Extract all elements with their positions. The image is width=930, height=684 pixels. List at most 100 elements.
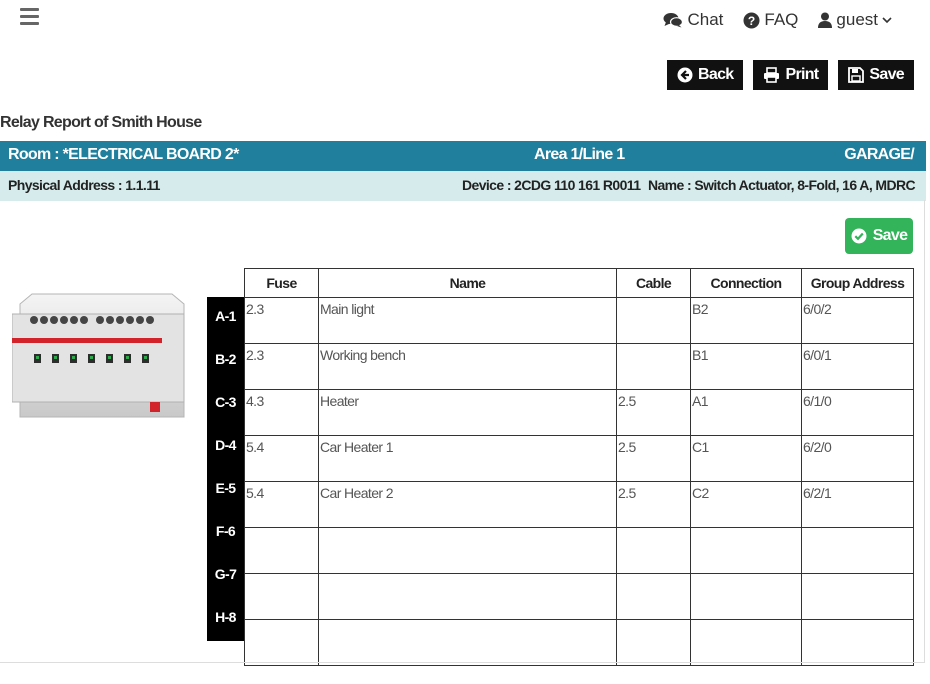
switch-actuator-image <box>12 293 185 418</box>
connection-cell[interactable]: C2 <box>690 481 802 528</box>
group-address-cell[interactable]: 6/0/2 <box>801 297 914 344</box>
table-header-row: Fuse Name Cable Connection Group Address <box>244 268 914 298</box>
connection-cell[interactable]: B2 <box>690 297 802 344</box>
top-nav: Chat ? FAQ guest <box>663 10 892 30</box>
user-label: guest <box>836 10 878 29</box>
chat-link[interactable]: Chat <box>663 10 723 30</box>
fuse-cell[interactable]: 2.3 <box>244 343 319 390</box>
table-row: 5.4 Car Heater 2 2.5 C2 6/2/1 <box>244 481 914 528</box>
user-icon <box>818 12 833 28</box>
column-header-connection: Connection <box>690 268 802 298</box>
connection-cell[interactable] <box>690 527 802 574</box>
name-cell[interactable] <box>318 527 617 574</box>
back-button[interactable]: Back <box>667 60 744 90</box>
group-address-cell[interactable] <box>801 527 914 574</box>
name-cell[interactable]: Car Heater 1 <box>318 435 617 482</box>
row-label: G-7 <box>214 566 237 582</box>
device-name: Name : Switch Actuator, 8-Fold, 16 A, MD… <box>647 177 916 193</box>
table-row: 2.3 Main light B2 6/0/2 <box>244 297 914 344</box>
fuse-cell[interactable] <box>244 619 319 666</box>
relay-table: Fuse Name Cable Connection Group Address… <box>244 268 914 666</box>
fuse-cell[interactable]: 2.3 <box>244 297 319 344</box>
row-label: F-6 <box>215 523 236 539</box>
room-name: Room : *ELECTRICAL BOARD 2* <box>8 146 239 163</box>
cable-cell[interactable] <box>616 573 691 620</box>
check-circle-icon <box>851 228 867 244</box>
save-label: Save <box>869 66 904 83</box>
name-cell[interactable]: Main light <box>318 297 617 344</box>
fuse-cell[interactable]: 5.4 <box>244 481 319 528</box>
location: GARAGE/ <box>844 146 914 163</box>
cable-cell[interactable] <box>616 619 691 666</box>
floppy-icon <box>848 67 865 83</box>
fuse-cell[interactable]: 5.4 <box>244 435 319 482</box>
save-button[interactable]: Save <box>838 60 914 90</box>
cable-cell[interactable]: 2.5 <box>616 481 691 528</box>
print-label: Print <box>785 66 819 83</box>
cable-cell[interactable] <box>616 297 691 344</box>
row-label: C-3 <box>215 394 236 410</box>
fuse-cell[interactable]: 4.3 <box>244 389 319 436</box>
table-row: 4.3 Heater 2.5 A1 6/1/0 <box>244 389 914 436</box>
table-row <box>244 619 914 666</box>
arrow-circle-left-icon <box>677 67 693 83</box>
fuse-cell[interactable] <box>244 527 319 574</box>
print-icon <box>764 67 780 83</box>
column-header-cable: Cable <box>616 268 691 298</box>
cable-cell[interactable]: 2.5 <box>616 435 691 482</box>
row-label: B-2 <box>215 351 236 367</box>
row-labels: A-1 B-2 C-3 D-4 E-5 F-6 G-7 H-8 <box>207 297 244 641</box>
save-relays-button[interactable]: Save <box>845 218 913 254</box>
table-row: 2.3 Working bench B1 6/0/1 <box>244 343 914 390</box>
divider <box>0 662 924 663</box>
physical-address: Physical Address : 1.1.11 <box>8 177 160 193</box>
svg-text:?: ? <box>748 14 755 28</box>
chat-label: Chat <box>687 10 724 29</box>
group-address-cell[interactable]: 6/1/0 <box>801 389 914 436</box>
chevron-down-icon <box>882 17 892 24</box>
group-address-cell[interactable]: 6/2/0 <box>801 435 914 482</box>
table-row: 5.4 Car Heater 1 2.5 C1 6/2/0 <box>244 435 914 482</box>
user-menu[interactable]: guest <box>818 10 892 30</box>
cable-cell[interactable] <box>616 527 691 574</box>
table-row <box>244 527 914 574</box>
print-button[interactable]: Print <box>753 60 829 90</box>
device-code: Device : 2CDG 110 161 R0011 <box>462 177 641 193</box>
connection-cell[interactable]: C1 <box>690 435 802 482</box>
column-header-fuse: Fuse <box>244 268 319 298</box>
save-relays-label: Save <box>872 227 908 244</box>
cable-cell[interactable]: 2.5 <box>616 389 691 436</box>
group-address-cell[interactable] <box>801 619 914 666</box>
faq-label: FAQ <box>764 10 799 29</box>
row-label: A-1 <box>215 308 236 324</box>
group-address-cell[interactable]: 6/2/1 <box>801 481 914 528</box>
name-cell[interactable]: Car Heater 2 <box>318 481 617 528</box>
cable-cell[interactable] <box>616 343 691 390</box>
back-label: Back <box>698 66 734 83</box>
column-header-name: Name <box>318 268 617 298</box>
report-title: Relay Report of Smith House <box>0 114 202 131</box>
name-cell[interactable] <box>318 573 617 620</box>
row-label: H-8 <box>215 609 236 625</box>
question-circle-icon: ? <box>743 12 760 28</box>
column-header-group-address: Group Address <box>801 268 914 298</box>
room-bar: Room : *ELECTRICAL BOARD 2* Area 1/Line … <box>0 141 926 171</box>
connection-cell[interactable]: A1 <box>690 389 802 436</box>
info-bar: Physical Address : 1.1.11 Device : 2CDG … <box>0 171 926 201</box>
name-cell[interactable]: Working bench <box>318 343 617 390</box>
toolbar: Back Print Save <box>667 60 914 90</box>
group-address-cell[interactable]: 6/0/1 <box>801 343 914 390</box>
faq-link[interactable]: ? FAQ <box>743 10 798 30</box>
group-address-cell[interactable] <box>801 573 914 620</box>
comments-icon <box>663 13 684 28</box>
menu-icon[interactable] <box>20 8 39 26</box>
divider <box>924 200 925 663</box>
table-row <box>244 573 914 620</box>
name-cell[interactable]: Heater <box>318 389 617 436</box>
connection-cell[interactable] <box>690 573 802 620</box>
connection-cell[interactable] <box>690 619 802 666</box>
connection-cell[interactable]: B1 <box>690 343 802 390</box>
row-label: E-5 <box>215 480 237 496</box>
name-cell[interactable] <box>318 619 617 666</box>
fuse-cell[interactable] <box>244 573 319 620</box>
